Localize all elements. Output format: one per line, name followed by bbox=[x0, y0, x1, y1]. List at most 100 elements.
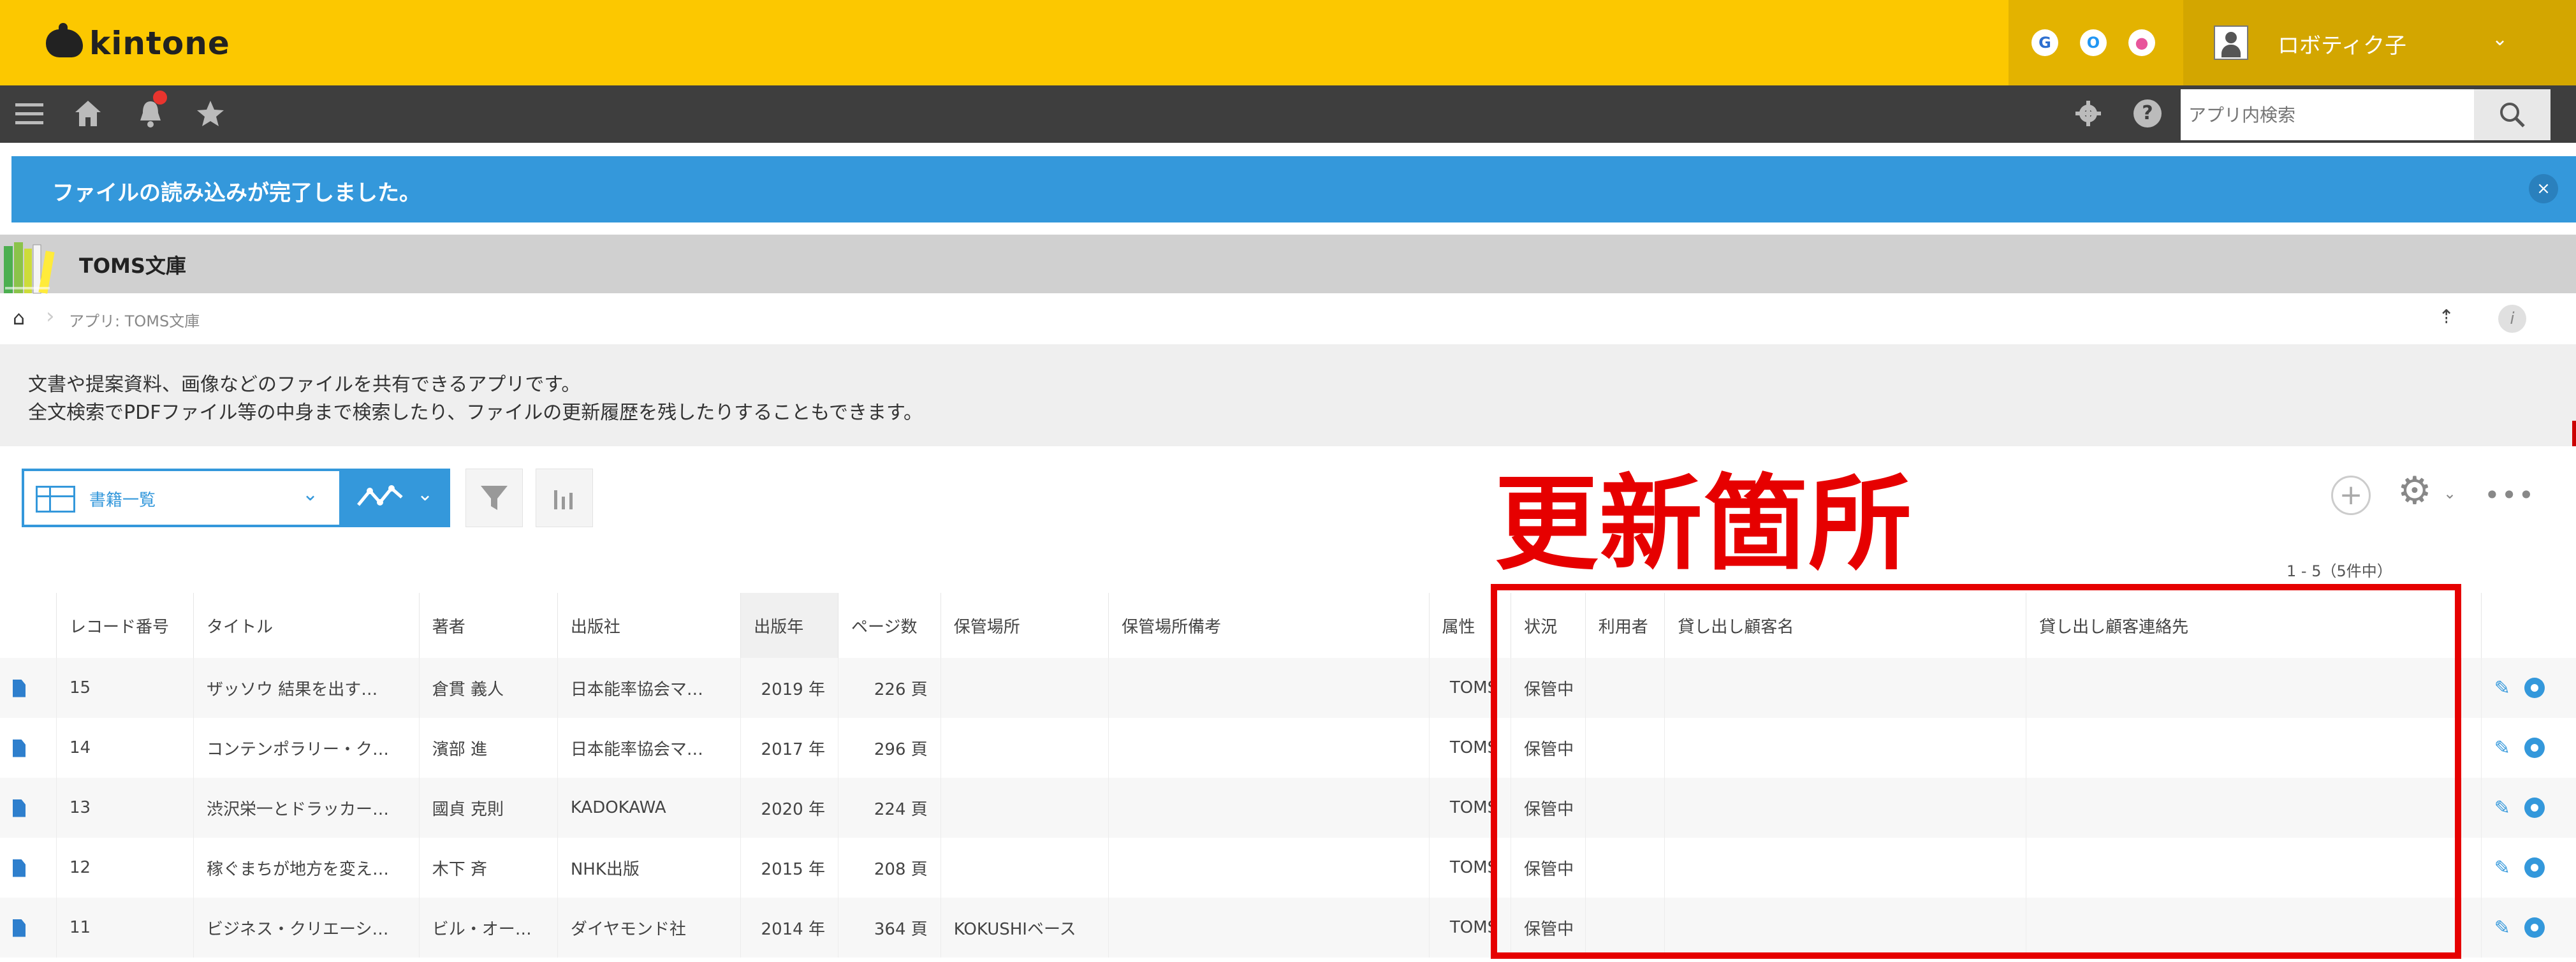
cell-publisher: 日本能率協会マ… bbox=[557, 718, 741, 778]
cell-user bbox=[1584, 838, 1665, 898]
col-header-record-number[interactable]: レコード番号 bbox=[55, 593, 194, 658]
more-options-icon[interactable]: ••• bbox=[2484, 479, 2535, 511]
view-selector-label[interactable]: 書籍一覧 bbox=[89, 487, 156, 511]
star-icon[interactable] bbox=[193, 96, 228, 131]
filter-button[interactable] bbox=[465, 469, 523, 527]
cell-title: 稼ぐまちが地方を変え… bbox=[193, 838, 420, 898]
edit-icon[interactable]: ✎ bbox=[2494, 677, 2510, 699]
cell-customer-name bbox=[1664, 658, 2026, 718]
cell-year: 2019 年 bbox=[740, 658, 838, 718]
breadcrumb-home-icon[interactable]: ⌂ bbox=[13, 307, 25, 330]
cell-location bbox=[940, 658, 1109, 718]
document-icon[interactable] bbox=[13, 859, 26, 877]
add-record-icon[interactable]: + bbox=[2331, 476, 2371, 515]
cell-author: 濱部 進 bbox=[418, 718, 558, 778]
cell-status: 保管中 bbox=[1511, 838, 1586, 898]
info-icon[interactable]: i bbox=[2498, 305, 2526, 333]
edit-icon[interactable]: ✎ bbox=[2494, 797, 2510, 819]
edit-icon[interactable]: ✎ bbox=[2494, 857, 2510, 879]
pin-icon[interactable]: ⇡ bbox=[2438, 306, 2454, 328]
breadcrumb-separator-icon: › bbox=[46, 303, 55, 329]
col-header-status[interactable]: 状況 bbox=[1511, 593, 1586, 658]
cell-attribute: TOMS bbox=[1428, 838, 1511, 898]
menu-icon[interactable] bbox=[11, 96, 47, 131]
cell-customer-name bbox=[1664, 898, 2026, 958]
cell-publisher: KADOKAWA bbox=[557, 778, 741, 838]
edit-icon[interactable]: ✎ bbox=[2494, 917, 2510, 939]
cell-title: ビジネス・クリエーシ… bbox=[193, 898, 420, 958]
cell-record-number: 12 bbox=[55, 838, 194, 898]
settings-icon[interactable] bbox=[2070, 96, 2106, 131]
col-header-customer-contact[interactable]: 貸し出し顧客連絡先 bbox=[2026, 593, 2482, 658]
home-icon[interactable] bbox=[70, 96, 106, 131]
mail-app-icon[interactable]: ● bbox=[2128, 29, 2155, 56]
chevron-down-icon[interactable]: ⌄ bbox=[417, 483, 433, 506]
cell-year: 2017 年 bbox=[740, 718, 838, 778]
table-row: 13 渋沢栄一とドラッカー… 國貞 克則 KADOKAWA 2020 年 224… bbox=[0, 778, 2576, 838]
notification-message: ファイルの読み込みが完了しました。 bbox=[52, 180, 421, 206]
cell-pages: 224 頁 bbox=[837, 778, 941, 838]
search-button[interactable] bbox=[2474, 89, 2550, 140]
cell-author: 倉貫 義人 bbox=[418, 658, 558, 718]
col-header-title[interactable]: タイトル bbox=[193, 593, 420, 658]
cell-record-number: 14 bbox=[55, 718, 194, 778]
cell-customer-contact bbox=[2026, 898, 2482, 958]
cell-year: 2015 年 bbox=[740, 838, 838, 898]
table-header-row: レコード番号 タイトル 著者 出版社 出版年 ページ数 保管場所 保管場所備考 … bbox=[0, 593, 2576, 658]
chart-button[interactable] bbox=[536, 469, 593, 527]
breadcrumb bbox=[0, 295, 2576, 344]
notification-badge bbox=[153, 91, 167, 105]
detail-icon[interactable] bbox=[2524, 857, 2545, 878]
col-header-customer-name[interactable]: 貸し出し顧客名 bbox=[1664, 593, 2026, 658]
o-app-icon[interactable]: O bbox=[2080, 29, 2107, 56]
kintone-logo-icon bbox=[46, 23, 83, 57]
cell-title: ザッソウ 結果を出す… bbox=[193, 658, 420, 718]
cell-user bbox=[1584, 898, 1665, 958]
app-search-input[interactable] bbox=[2181, 89, 2474, 140]
cell-publisher: NHK出版 bbox=[557, 838, 741, 898]
col-header-year[interactable]: 出版年 bbox=[740, 593, 838, 658]
cell-record-number: 13 bbox=[55, 778, 194, 838]
avatar[interactable] bbox=[2214, 26, 2248, 60]
col-header-user[interactable]: 利用者 bbox=[1584, 593, 1665, 658]
chevron-down-icon[interactable]: ⌄ bbox=[302, 483, 318, 506]
detail-icon[interactable] bbox=[2524, 738, 2545, 758]
graph-icon bbox=[357, 485, 403, 506]
col-header-author[interactable]: 著者 bbox=[418, 593, 558, 658]
cell-title: コンテンポラリー・ク… bbox=[193, 718, 420, 778]
books-app-icon bbox=[3, 237, 56, 296]
help-icon[interactable]: ? bbox=[2130, 96, 2165, 131]
gear-icon[interactable]: ⚙ bbox=[2397, 472, 2432, 510]
window-edge-marker bbox=[2572, 421, 2576, 446]
cell-pages: 226 頁 bbox=[837, 658, 941, 718]
kintone-logo[interactable]: kintone bbox=[46, 23, 230, 62]
edit-icon[interactable]: ✎ bbox=[2494, 737, 2510, 759]
app-title-bar bbox=[0, 235, 2576, 293]
close-icon[interactable]: × bbox=[2529, 174, 2558, 203]
col-header-attribute[interactable]: 属性 bbox=[1428, 593, 1511, 658]
update-annotation-label: 更新箇所 bbox=[1495, 465, 1913, 585]
breadcrumb-app-link[interactable]: アプリ: TOMS文庫 bbox=[69, 309, 200, 331]
chevron-down-icon[interactable]: ⌄ bbox=[2443, 485, 2456, 502]
document-icon[interactable] bbox=[13, 739, 26, 757]
col-header-location-note[interactable]: 保管場所備考 bbox=[1108, 593, 1430, 658]
detail-icon[interactable] bbox=[2524, 678, 2545, 698]
cell-customer-name bbox=[1664, 778, 2026, 838]
user-name[interactable]: ロボティク子 bbox=[2278, 28, 2406, 59]
chevron-down-icon[interactable]: ⌄ bbox=[2492, 28, 2508, 50]
cell-location bbox=[940, 838, 1109, 898]
col-header-location[interactable]: 保管場所 bbox=[940, 593, 1109, 658]
table-row: 12 稼ぐまちが地方を変え… 木下 斉 NHK出版 2015 年 208 頁 T… bbox=[0, 838, 2576, 898]
table-row: 15 ザッソウ 結果を出す… 倉貫 義人 日本能率協会マ… 2019 年 226… bbox=[0, 658, 2576, 718]
document-icon[interactable] bbox=[13, 919, 26, 937]
document-icon[interactable] bbox=[13, 799, 26, 817]
document-icon[interactable] bbox=[13, 679, 26, 697]
g-app-icon[interactable]: G bbox=[2031, 29, 2058, 56]
col-header-pages[interactable]: ページ数 bbox=[837, 593, 941, 658]
description-line-1: 文書や提案資料、画像などのファイルを共有できるアプリです。 bbox=[28, 374, 581, 396]
detail-icon[interactable] bbox=[2524, 798, 2545, 818]
cell-record-number: 11 bbox=[55, 898, 194, 958]
col-header-publisher[interactable]: 出版社 bbox=[557, 593, 741, 658]
cell-location bbox=[940, 778, 1109, 838]
detail-icon[interactable] bbox=[2524, 917, 2545, 938]
